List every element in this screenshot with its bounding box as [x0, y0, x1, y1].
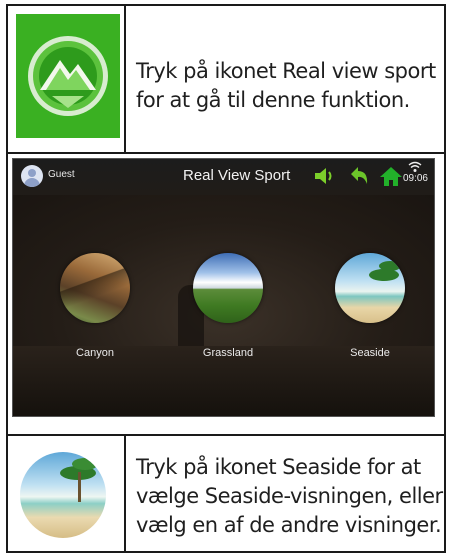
step-2-line-3: vælg en af de andre visninger. — [136, 513, 442, 537]
back-icon[interactable] — [347, 165, 371, 187]
step-2-line-1: Tryk på ikonet Seaside for at — [136, 455, 421, 479]
step-2-text: Tryk på ikonet Seaside for at vælge Seas… — [136, 453, 446, 540]
palm-leaves — [369, 269, 399, 281]
volume-icon[interactable] — [313, 165, 337, 187]
wifi-icon — [408, 161, 422, 172]
row-divider — [8, 434, 444, 436]
canyon-label: Canyon — [76, 347, 114, 359]
row-divider — [8, 152, 444, 154]
home-icon[interactable] — [379, 165, 403, 187]
step-2-line-2: vælge Seaside-visningen, eller — [136, 484, 443, 508]
seaside-icon — [20, 452, 106, 538]
seaside-label: Seaside — [350, 347, 390, 359]
top-bar: Guest Real View Sport 09:06 — [13, 159, 434, 195]
palm-leaves — [379, 261, 401, 271]
real-view-sport-icon — [16, 14, 120, 138]
column-divider — [124, 436, 126, 553]
avatar-icon[interactable] — [21, 165, 43, 187]
clock: 09:06 — [402, 173, 428, 184]
grassland-view-button[interactable] — [193, 253, 263, 323]
seaside-view-button[interactable] — [335, 253, 405, 323]
user-name: Guest — [48, 169, 75, 180]
column-divider — [124, 6, 126, 152]
grassland-label: Grassland — [202, 347, 254, 359]
step-1-text: Tryk på ikonet Real view sport for at gå… — [136, 57, 436, 115]
screen-title: Real View Sport — [183, 167, 291, 184]
step-1-line-1: Tryk på ikonet Real view sport — [136, 59, 436, 83]
step-1-line-2: for at gå til denne funktion. — [136, 88, 410, 112]
canyon-view-button[interactable] — [60, 253, 130, 323]
real-view-sport-screen: Guest Real View Sport 09:06 Canyon Grass… — [12, 158, 435, 417]
